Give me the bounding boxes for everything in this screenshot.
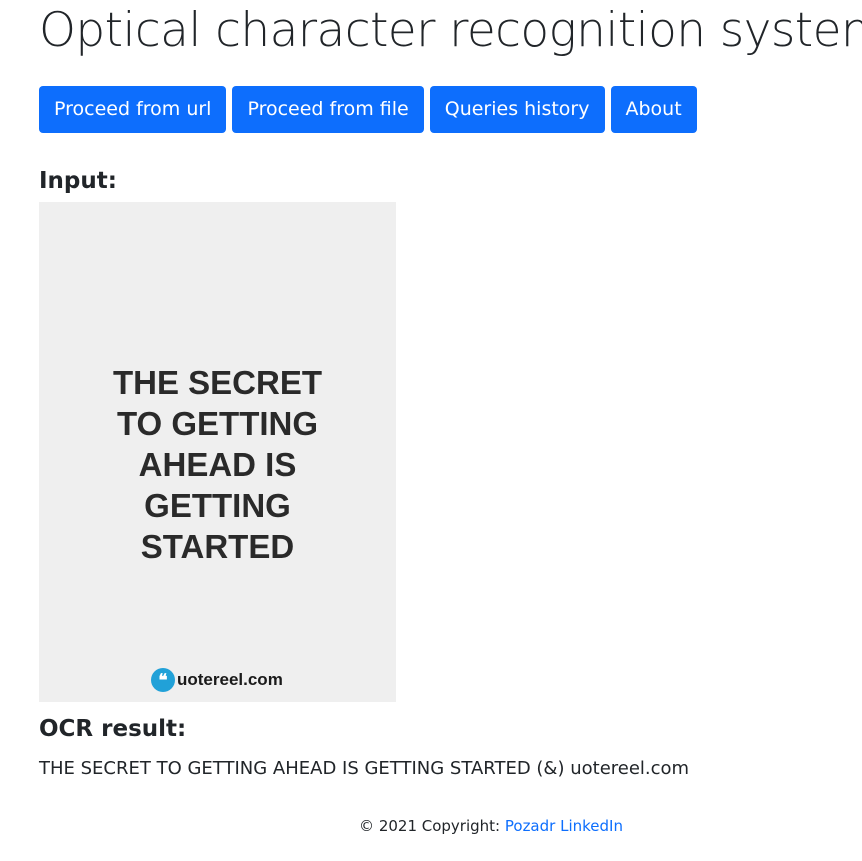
- proceed-from-url-button[interactable]: Proceed from url: [39, 86, 227, 133]
- nav-button-group: Proceed from url Proceed from file Queri…: [39, 86, 862, 133]
- page-title: Optical character recognition system: [39, 3, 862, 58]
- watermark-text: uotereel.com: [177, 670, 283, 689]
- input-image: THE SECRET TO GETTING AHEAD IS GETTING S…: [39, 202, 396, 702]
- about-button[interactable]: About: [610, 86, 697, 133]
- ocr-result-text: THE SECRET TO GETTING AHEAD IS GETTING S…: [39, 758, 690, 779]
- footer: © 2021 Copyright: Pozadr LinkedIn: [0, 814, 862, 838]
- input-image-quote-text: THE SECRET TO GETTING AHEAD IS GETTING S…: [112, 364, 323, 565]
- ocr-result-heading: OCR result:: [39, 716, 187, 742]
- input-heading: Input:: [39, 168, 117, 194]
- watermark-logo: ❝ uotereel.com: [151, 668, 283, 692]
- linkedin-link[interactable]: Pozadr LinkedIn: [505, 817, 623, 835]
- main-container: Optical character recognition system Pro…: [39, 0, 862, 782]
- queries-history-button[interactable]: Queries history: [429, 86, 605, 133]
- quote-icon: ❝: [151, 668, 175, 692]
- proceed-from-file-button[interactable]: Proceed from file: [232, 86, 424, 133]
- copyright-text: © 2021 Copyright:: [359, 817, 505, 835]
